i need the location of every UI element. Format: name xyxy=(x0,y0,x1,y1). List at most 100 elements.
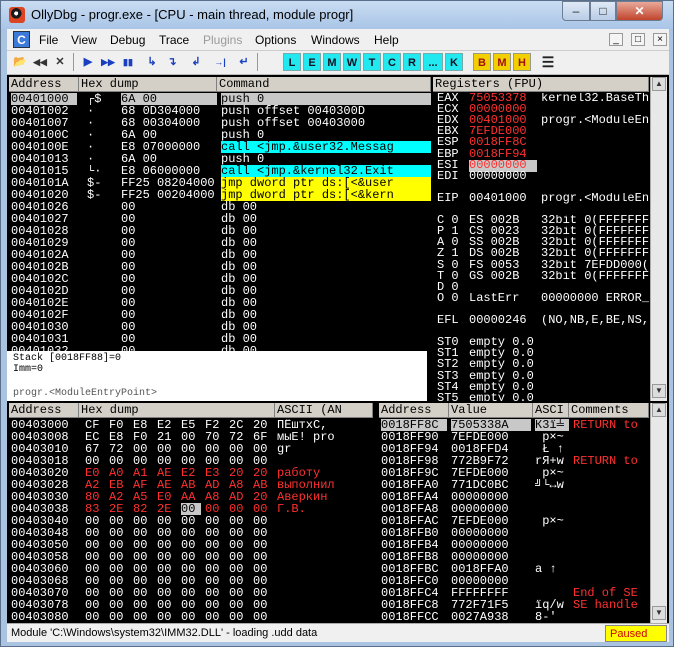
memory-breakpoints-button[interactable]: M xyxy=(493,53,511,71)
stack-row[interactable]: 0018FFAC 7EFDE000 p×~ xyxy=(379,515,649,527)
stack-row[interactable]: 0018FFC8 772F71F5 ïq/w SE handle xyxy=(379,599,649,611)
close-window-button[interactable]: ✕ xyxy=(616,1,663,21)
col-header-command[interactable]: Command xyxy=(217,77,431,92)
menu-view[interactable]: View xyxy=(71,33,97,47)
disasm-row[interactable]: 0040101A $- FF25 08204000 jmp dword ptr ds:… xyxy=(9,177,431,189)
stack-row[interactable]: 0018FFA8 00000000 xyxy=(379,503,649,515)
stack-row[interactable]: 0018FFC4 FFFFFFFF End of SE xyxy=(379,587,649,599)
rewind-icon[interactable]: ◀◀ xyxy=(31,53,49,71)
disasm-row[interactable]: 0040102E 00 db 00 xyxy=(9,297,431,309)
register-row[interactable]: Z 1 DS 002B 32bit 0(FFFFFFFF xyxy=(433,248,649,259)
stack-row[interactable]: 0018FFA4 00000000 xyxy=(379,491,649,503)
play-icon[interactable]: ▶ xyxy=(79,53,97,71)
disassembler-pane[interactable]: Address Hex dump Command 00401000 ┌$ 6A 00… xyxy=(9,77,431,351)
memory-map-button[interactable]: M xyxy=(323,53,341,71)
registers-pane[interactable]: Registers (FPU) EAX 75053378 kernel32.Base… xyxy=(433,77,649,401)
windows-list-button[interactable]: W xyxy=(343,53,361,71)
dump-col-ascii[interactable]: ASCII (AN xyxy=(275,403,373,418)
register-row[interactable]: P 1 CS 0023 32bit 0(FFFFFFFF xyxy=(433,226,649,237)
trace-into-icon[interactable]: ↴ xyxy=(163,53,181,71)
stack-row[interactable]: 0018FF9C 7EFDE000 p×~ xyxy=(379,467,649,479)
title-bar[interactable]: OllyDbg - progr.exe - [CPU - main thread… xyxy=(1,1,673,29)
stack-row[interactable]: 0018FF90 7EFDE000 p×~ xyxy=(379,431,649,443)
disasm-row[interactable]: 00401000 ┌$ 6A 00 push 0 xyxy=(9,93,431,105)
register-row[interactable]: ST4 empty 0.0 xyxy=(433,382,649,393)
dump-row[interactable]: 00403040 00 00 00 00 00 00 00 00 xyxy=(9,515,373,527)
executable-modules-button[interactable]: E xyxy=(303,53,321,71)
scroll-down-icon[interactable]: ▼ xyxy=(652,606,666,620)
disasm-row[interactable]: 00401030 00 db 00 xyxy=(9,321,431,333)
register-row[interactable]: EIP00401000progr.<ModuleEntr xyxy=(433,193,649,204)
stack-row[interactable]: 0018FF8C 7505338A К3ї╧ RETURN to xyxy=(379,419,649,431)
disasm-row[interactable]: 0040102A 00 db 00 xyxy=(9,249,431,261)
close-icon[interactable]: ✕ xyxy=(51,53,69,71)
register-row[interactable]: EBP 0018FF94 xyxy=(433,149,649,160)
dump-row[interactable]: 00403030 80 A2 A5 E0 AA A8 AD 20 Аверкин xyxy=(9,491,373,503)
step-over-icon[interactable]: ▶▶ xyxy=(99,53,117,71)
register-row[interactable]: ECX 00000000 xyxy=(433,104,649,115)
disasm-row[interactable]: 00401013 · 6A 00 push 0 xyxy=(9,153,431,165)
dump-row[interactable]: 00403028 A2 EB AF AE AB AD A8 AB выполнил xyxy=(9,479,373,491)
log-window-button[interactable]: L xyxy=(283,53,301,71)
register-row[interactable] xyxy=(433,204,649,215)
stack-row[interactable]: 0018FF94 0018FFD4 Ł ↑ xyxy=(379,443,649,455)
registers-header[interactable]: Registers (FPU) xyxy=(433,77,649,92)
stack-row[interactable]: 0018FFB8 00000000 xyxy=(379,551,649,563)
stack-pane[interactable]: Address Value ASCI Comments 0018FF8C 7505… xyxy=(379,403,649,623)
dump-col-address[interactable]: Address xyxy=(9,403,79,418)
step-into-icon[interactable]: ↳ xyxy=(143,53,161,71)
cpu-window-icon[interactable]: C xyxy=(13,31,30,48)
menu-debug[interactable]: Debug xyxy=(110,33,145,47)
disasm-row[interactable]: 00401015 └· E8 06000000 call <jmp.&kernel32… xyxy=(9,165,431,177)
stack-row[interactable]: 0018FFA0 771DC0BC ╝└↔w xyxy=(379,479,649,491)
col-header-hex-dump[interactable]: Hex dump xyxy=(79,77,217,92)
scroll-up-icon[interactable]: ▲ xyxy=(652,77,666,91)
register-row[interactable]: EBX 7EFDE000 xyxy=(433,126,649,137)
scroll-down-icon[interactable]: ▼ xyxy=(652,384,666,398)
register-row[interactable]: ST1 empty 0.0 xyxy=(433,348,649,359)
register-row[interactable]: EDI 00000000 xyxy=(433,171,649,182)
dump-row[interactable]: 00403010 67 72 00 00 00 00 00 00 gr xyxy=(9,443,373,455)
mdi-close-button[interactable]: × xyxy=(653,33,667,46)
dump-col-hex[interactable]: Hex dump xyxy=(79,403,275,418)
register-row[interactable]: A 0 SS 002B 32bit 0(FFFFFFFF xyxy=(433,237,649,248)
disasm-row[interactable]: 00401020 $- FF25 00204000 jmp dword ptr ds:… xyxy=(9,189,431,201)
mdi-restore-button[interactable]: □ xyxy=(631,33,645,46)
scroll-up-icon[interactable]: ▲ xyxy=(652,403,666,417)
stack-row[interactable]: 0018FFC0 00000000 xyxy=(379,575,649,587)
stack-row[interactable]: 0018FFB4 00000000 xyxy=(379,539,649,551)
menu-plugins[interactable]: Plugins xyxy=(203,33,242,47)
list-icon[interactable]: ☰ xyxy=(539,53,557,71)
menu-help[interactable]: Help xyxy=(374,33,399,47)
dump-row[interactable]: 00403078 00 00 00 00 00 00 00 00 xyxy=(9,599,373,611)
dump-row[interactable]: 00403068 00 00 00 00 00 00 00 00 xyxy=(9,575,373,587)
disasm-row[interactable]: 00401029 00 db 00 xyxy=(9,237,431,249)
register-row[interactable]: ESP 0018FF8C xyxy=(433,137,649,148)
register-row[interactable]: D 0 xyxy=(433,282,649,293)
dump-row[interactable]: 00403008 EC E8 F0 21 00 70 72 6F мыЕ! pro xyxy=(9,431,373,443)
stack-col-value[interactable]: Value xyxy=(449,403,533,418)
register-row[interactable]: ST3 empty 0.0 xyxy=(433,371,649,382)
disasm-row[interactable]: 0040100E · E8 07000000 call <jmp.&user32.Me… xyxy=(9,141,431,153)
register-row[interactable]: S 0 FS 0053 32bit 7EFDD000(F xyxy=(433,260,649,271)
dump-row[interactable]: 00403000 CF F0 E8 E2 E5 F2 2C 20 ПЁштхС, xyxy=(9,419,373,431)
references-button[interactable]: R xyxy=(403,53,421,71)
registers-scrollbar[interactable]: ▲ ▼ xyxy=(650,77,667,401)
menu-file[interactable]: File xyxy=(39,33,58,47)
mdi-minimize-button[interactable]: _ xyxy=(609,33,623,46)
threads-button[interactable]: T xyxy=(363,53,381,71)
dump-row[interactable]: 00403018 00 00 00 00 00 00 00 00 xyxy=(9,455,373,467)
trace-over-icon[interactable]: ↲ xyxy=(187,53,205,71)
dump-row[interactable]: 00403050 00 00 00 00 00 00 00 00 xyxy=(9,539,373,551)
disasm-row[interactable]: 00401002 · 68 0D304000 push offset 0040300D xyxy=(9,105,431,117)
menu-options[interactable]: Options xyxy=(255,33,296,47)
disasm-row[interactable]: 0040102D 00 db 00 xyxy=(9,285,431,297)
register-row[interactable]: C 0 ES 002B 32bit 0(FFFFFFFF xyxy=(433,215,649,226)
disasm-row[interactable]: 0040100C · 6A 00 push 0 xyxy=(9,129,431,141)
register-row[interactable]: O 0 LastErr 00000000 ERROR_S xyxy=(433,293,649,304)
dump-row[interactable]: 00403080 00 00 00 00 00 00 00 00 xyxy=(9,611,373,623)
stack-scrollbar[interactable]: ▲ ▼ xyxy=(650,403,667,623)
pause-icon[interactable]: ▮▮ xyxy=(119,53,137,71)
hardware-breakpoints-button[interactable]: H xyxy=(513,53,531,71)
register-row[interactable] xyxy=(433,304,649,315)
